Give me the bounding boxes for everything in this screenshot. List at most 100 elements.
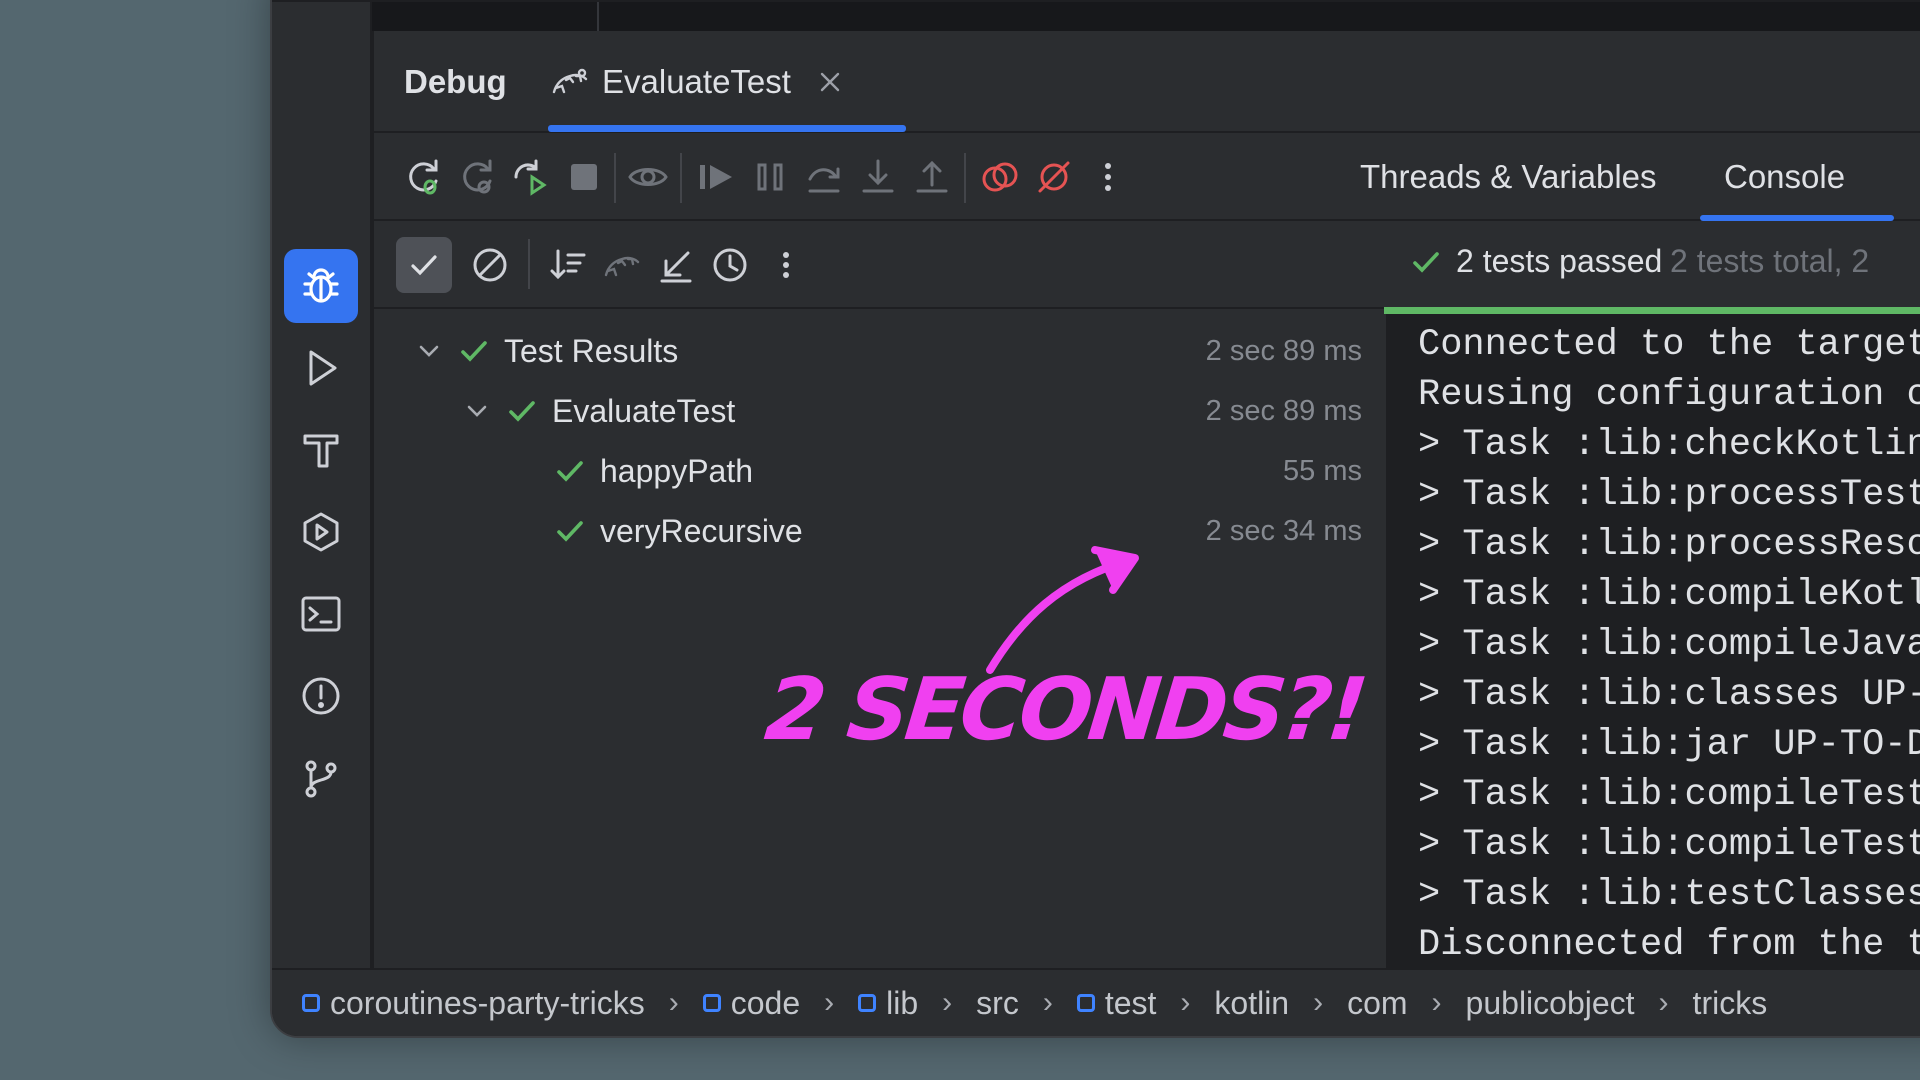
pause-button[interactable] [748, 155, 792, 199]
console-line: > Task :lib:compileTestKot [1418, 774, 1920, 816]
more-vertical-icon [783, 252, 789, 278]
tests-passed-status: 2 tests passed [1410, 243, 1662, 280]
show-passed-toggle[interactable] [396, 237, 452, 293]
console-line: Reusing configuration cach [1418, 374, 1920, 416]
passed-check-icon [1413, 251, 1439, 273]
passed-check-icon [557, 521, 583, 542]
history-button[interactable] [708, 243, 752, 287]
tree-row-label: happyPath [600, 452, 754, 489]
restart-icon [514, 159, 547, 196]
chevron-down-icon[interactable] [464, 398, 490, 424]
navigation-breadcrumbs: coroutines-party-tricks › code › lib › src ›… [272, 968, 1920, 1036]
resume-button[interactable] [694, 155, 738, 199]
tree-row-time: 2 sec 89 ms [1205, 394, 1362, 427]
chevron-right-icon: › [1313, 986, 1324, 1019]
clock-icon [713, 248, 747, 282]
tree-row-time: 55 ms [1283, 454, 1362, 487]
stop-button[interactable] [562, 155, 606, 199]
passed-check-icon [509, 401, 535, 422]
tool-window-sidebar [272, 2, 372, 968]
sort-icon [550, 249, 586, 280]
annotation-arrow [986, 546, 1139, 674]
show-ignored-toggle[interactable] [468, 243, 512, 287]
console-line: > Task :lib:classes UP-TO- [1418, 674, 1920, 716]
annotation-text: 2 SECONDS?! [760, 660, 1369, 760]
console-line: > Task :lib:compileTestJav [1418, 824, 1920, 866]
module-icon [1076, 994, 1095, 1012]
test-framework-button[interactable] [600, 243, 644, 287]
build-tool-button[interactable] [284, 413, 358, 487]
view-watches-button[interactable] [626, 155, 670, 199]
resume-icon [700, 165, 732, 189]
active-tab-indicator [548, 125, 906, 132]
tests-total-label: 2 tests total, 2 [1670, 243, 1870, 279]
more-vertical-icon [1105, 163, 1111, 191]
console-line: > Task :lib:compileKotlin [1418, 574, 1920, 616]
tab-evaluatetest[interactable]: EvaluateTest [550, 31, 843, 133]
step-out-icon [916, 160, 948, 193]
tab-debug-title: Debug [404, 63, 507, 100]
step-into-icon [862, 159, 894, 193]
breadcrumb-kotlin[interactable]: kotlin › [1214, 985, 1347, 1022]
services-tool-button[interactable] [284, 495, 358, 569]
breadcrumb-code[interactable]: code › [702, 985, 858, 1022]
rerun-failed-icon [463, 159, 492, 194]
tab-evaluatetest-label: EvaluateTest [602, 63, 791, 100]
collapse-arrow-icon [660, 251, 692, 283]
ignored-icon [473, 248, 507, 282]
test-more-button[interactable] [764, 243, 808, 287]
breadcrumb-label: com [1347, 984, 1408, 1021]
chevron-down-icon[interactable] [416, 338, 442, 364]
tree-row-evaluatetest[interactable]: EvaluateTest 2 sec 89 ms [374, 383, 1362, 439]
more-actions-button[interactable] [1086, 155, 1130, 199]
breadcrumb-publicobject[interactable]: publicobject › [1466, 985, 1693, 1022]
breadcrumb-label: tricks [1692, 984, 1768, 1021]
rerun-icon [409, 159, 438, 195]
breadcrumb-src[interactable]: src › [976, 985, 1077, 1022]
step-over-icon [808, 167, 840, 193]
passed-check-icon [461, 341, 487, 362]
breadcrumb-tricks[interactable]: tricks [1693, 985, 1768, 1022]
debug-tool-button[interactable] [284, 249, 358, 323]
collapse-button[interactable] [654, 243, 698, 287]
tree-row-time: 2 sec 89 ms [1205, 334, 1362, 367]
breadcrumb-lib[interactable]: lib › [858, 985, 976, 1022]
chevron-right-icon: › [1658, 986, 1669, 1019]
view-breakpoints-button[interactable] [978, 155, 1022, 199]
tree-row-test-results[interactable]: Test Results 2 sec 89 ms [374, 323, 1362, 379]
terminal-tool-button[interactable] [284, 577, 358, 651]
breadcrumb-com[interactable]: com › [1347, 985, 1465, 1022]
breadcrumb-label: lib [886, 984, 919, 1021]
close-icon[interactable] [817, 69, 843, 95]
step-out-button[interactable] [910, 155, 954, 199]
tab-threads-variables[interactable]: Threads & Variables [1360, 133, 1657, 221]
step-into-button[interactable] [856, 155, 900, 199]
console-output[interactable]: Connected to the target VM Reusing confi… [1386, 314, 1920, 968]
breadcrumb-test[interactable]: test › [1076, 985, 1215, 1022]
tab-console[interactable]: Console [1724, 133, 1845, 221]
chevron-right-icon: › [1042, 986, 1053, 1019]
chevron-right-icon: › [668, 986, 679, 1019]
problems-tool-button[interactable] [284, 659, 358, 733]
console-line: Connected to the target VM [1418, 324, 1920, 366]
run-icon [309, 350, 337, 386]
test-status-bar: 2 tests passed 2 tests total, 2 [1384, 221, 1920, 311]
problems-icon [302, 677, 340, 715]
chevron-right-icon: › [1180, 986, 1191, 1019]
sort-button[interactable] [546, 243, 590, 287]
module-icon [702, 994, 721, 1012]
git-tool-button[interactable] [284, 741, 358, 815]
restart-button[interactable] [508, 155, 552, 199]
rerun-failed-button[interactable] [454, 155, 498, 199]
chevron-right-icon: › [1431, 986, 1442, 1019]
mute-breakpoints-button[interactable] [1032, 155, 1076, 199]
test-run-config-icon [552, 68, 588, 94]
eye-icon [628, 168, 668, 186]
step-over-button[interactable] [802, 155, 846, 199]
rerun-button[interactable] [400, 155, 444, 199]
tree-row-happypath[interactable]: happyPath 55 ms [374, 443, 1362, 499]
breadcrumb-coroutines-party-tricks[interactable]: coroutines-party-tricks › [302, 985, 703, 1022]
tree-row-label: Test Results [504, 332, 679, 369]
tree-row-veryrecursive[interactable]: veryRecursive 2 sec 34 ms [374, 503, 1362, 559]
run-tool-button[interactable] [284, 331, 358, 405]
